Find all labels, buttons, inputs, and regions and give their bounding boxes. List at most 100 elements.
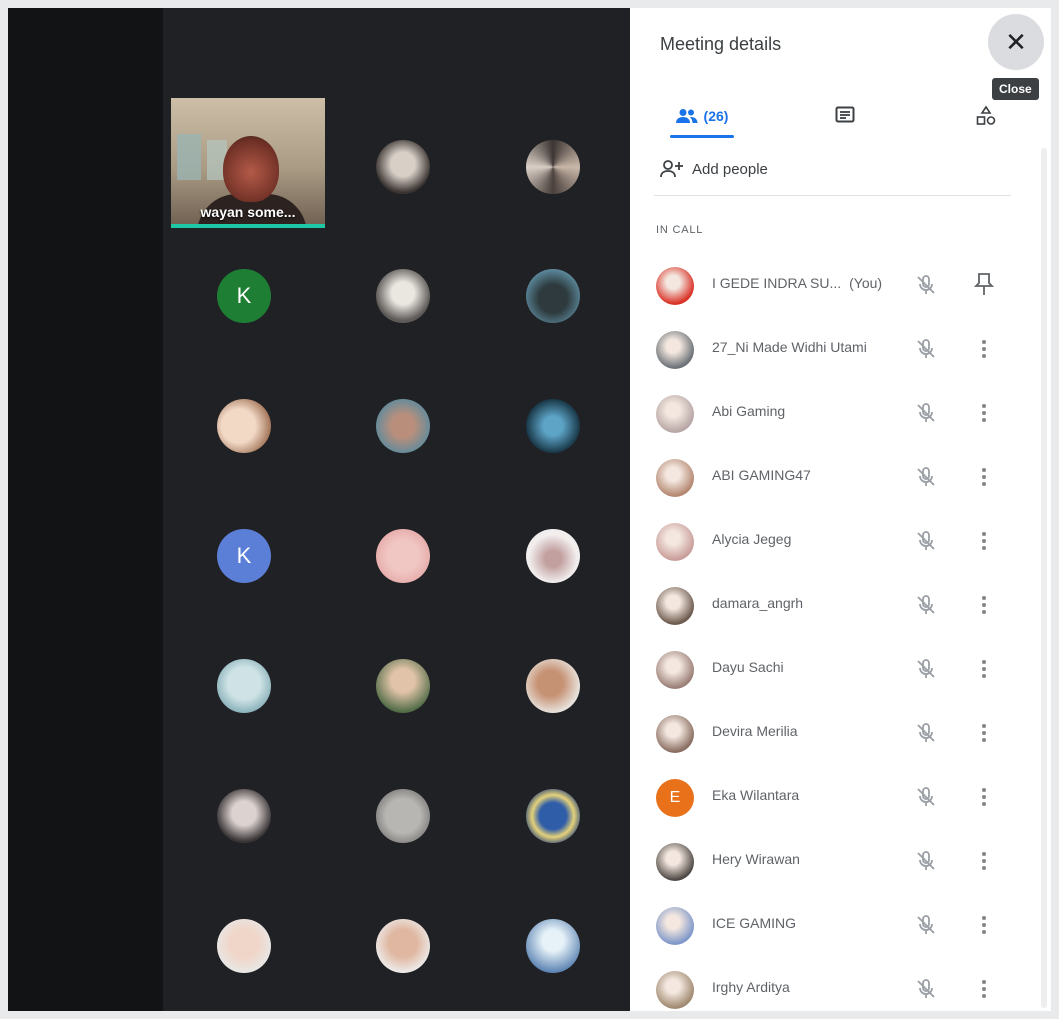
participant-name-text: Dayu Sachi (712, 659, 784, 675)
more-options-icon[interactable] (974, 591, 994, 619)
participant-name: I GEDE INDRA SU... (You) (712, 275, 882, 291)
tab-activities[interactable] (966, 96, 1006, 136)
avatar: E (656, 779, 694, 817)
video-tile-active-speaker[interactable]: wayan some... (171, 98, 325, 228)
participant-name-text: Eka Wilantara (712, 787, 800, 803)
avatar (656, 523, 694, 561)
participant-name-text: ABI GAMING47 (712, 467, 811, 483)
you-label: (You) (849, 275, 883, 291)
participant-tile-initial[interactable]: K (217, 269, 271, 323)
panel-tabs: (26) (630, 86, 1051, 146)
tab-chat[interactable] (825, 96, 865, 136)
participant-name-text: Devira Merilia (712, 723, 798, 739)
add-people-label: Add people (692, 160, 768, 178)
participant-tile[interactable] (217, 399, 271, 453)
avatar (656, 459, 694, 497)
more-options-icon[interactable] (974, 911, 994, 939)
participant-name: Eka Wilantara (712, 787, 799, 803)
participant-name-text: Alycia Jegeg (712, 531, 792, 547)
participant-name: ABI GAMING47 (712, 467, 811, 483)
close-button[interactable]: ✕ (988, 14, 1044, 70)
participant-tile[interactable] (376, 919, 430, 973)
participant-name-text: Hery Wirawan (712, 851, 800, 867)
participant-row[interactable]: damara_angrh (630, 573, 1051, 637)
people-icon (675, 109, 698, 123)
participant-name: Hery Wirawan (712, 851, 800, 867)
participant-row[interactable]: E Eka Wilantara (630, 765, 1051, 829)
participant-name-text: I GEDE INDRA SU... (712, 275, 842, 291)
participant-tile[interactable] (526, 529, 580, 583)
participant-tile-initial[interactable]: K (217, 529, 271, 583)
active-tab-indicator (670, 135, 734, 138)
mic-off-icon (914, 657, 938, 681)
participant-tile[interactable] (376, 399, 430, 453)
participant-name: ICE GAMING (712, 915, 796, 931)
avatar (656, 907, 694, 945)
participant-tile[interactable] (526, 140, 580, 194)
participant-tile[interactable] (526, 919, 580, 973)
mic-off-icon (914, 849, 938, 873)
participant-row[interactable]: Dayu Sachi (630, 637, 1051, 701)
more-options-icon[interactable] (974, 335, 994, 363)
participant-tile[interactable] (217, 919, 271, 973)
section-label: IN CALL (656, 224, 704, 236)
participant-name-text: Irghy Arditya (712, 979, 790, 995)
more-options-icon[interactable] (974, 399, 994, 427)
close-icon: ✕ (1005, 26, 1027, 57)
add-people-button[interactable]: Add people (660, 154, 768, 184)
participant-row[interactable]: ICE GAMING (630, 893, 1051, 957)
mic-off-icon (914, 401, 938, 425)
avatar (656, 395, 694, 433)
avatar (656, 971, 694, 1009)
avatar (656, 843, 694, 881)
mic-off-icon (914, 721, 938, 745)
pin-icon[interactable] (973, 271, 995, 297)
meeting-details-panel: Meeting details ✕ Close (26) Add people … (630, 8, 1051, 1011)
participant-row[interactable]: 27_Ni Made Widhi Utami (630, 317, 1051, 381)
tab-people[interactable]: (26) (668, 96, 736, 138)
participant-row[interactable]: ABI GAMING47 (630, 445, 1051, 509)
participant-tile[interactable] (376, 529, 430, 583)
participant-tile[interactable] (526, 789, 580, 843)
mic-off-icon (914, 273, 938, 297)
participant-row[interactable]: Alycia Jegeg (630, 509, 1051, 573)
avatar (656, 331, 694, 369)
participant-name: Devira Merilia (712, 723, 798, 739)
more-options-icon[interactable] (974, 527, 994, 555)
participant-row[interactable]: Irghy Arditya (630, 957, 1051, 1011)
more-options-icon[interactable] (974, 975, 994, 1003)
chat-icon (835, 106, 855, 123)
participant-tile[interactable] (376, 659, 430, 713)
divider (654, 195, 1011, 196)
people-count: (26) (703, 108, 729, 124)
participant-tile[interactable] (376, 269, 430, 323)
participant-name: Irghy Arditya (712, 979, 790, 995)
mic-off-icon (914, 465, 938, 489)
more-options-icon[interactable] (974, 463, 994, 491)
participant-face (223, 136, 279, 202)
participant-row[interactable]: Hery Wirawan (630, 829, 1051, 893)
participant-tile[interactable] (217, 659, 271, 713)
participant-tile[interactable] (376, 140, 430, 194)
participant-row[interactable]: Abi Gaming (630, 381, 1051, 445)
participant-row[interactable]: I GEDE INDRA SU... (You) (630, 253, 1051, 317)
more-options-icon[interactable] (974, 655, 994, 683)
participant-tile[interactable] (526, 399, 580, 453)
add-person-icon (660, 160, 683, 178)
participant-name: Alycia Jegeg (712, 531, 791, 547)
participant-name: 27_Ni Made Widhi Utami (712, 339, 867, 355)
participant-row[interactable]: Devira Merilia (630, 701, 1051, 765)
more-options-icon[interactable] (974, 783, 994, 811)
participant-name: Dayu Sachi (712, 659, 784, 675)
more-options-icon[interactable] (974, 719, 994, 747)
participant-name: Abi Gaming (712, 403, 785, 419)
participant-tile[interactable] (376, 789, 430, 843)
mic-off-icon (914, 977, 938, 1001)
mic-off-icon (914, 785, 938, 809)
avatar (656, 715, 694, 753)
video-tile-name: wayan some... (200, 204, 296, 220)
participant-tile[interactable] (217, 789, 271, 843)
more-options-icon[interactable] (974, 847, 994, 875)
participant-tile[interactable] (526, 659, 580, 713)
participant-tile[interactable] (526, 269, 580, 323)
